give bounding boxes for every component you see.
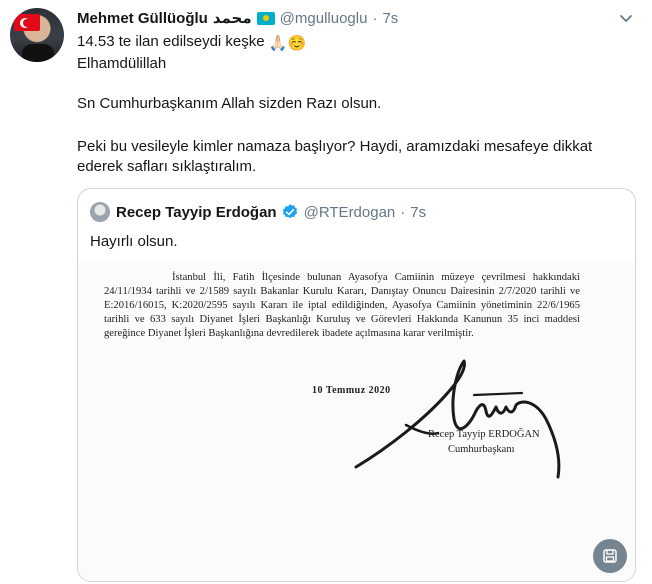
flag-emoji-icon (256, 11, 275, 25)
quoted-tweet-text: Hayırlı olsun. (90, 233, 178, 250)
save-image-button[interactable] (593, 539, 627, 573)
tweet-line: 14.53 te ilan edilseydi keşke 🙏🏻☺️ (77, 32, 637, 54)
quoted-tweet-header: Recep Tayyip Erdoğan @RTErdogan · 7s (90, 201, 426, 223)
avatar-figure (22, 44, 54, 62)
praying-hands-smile-emoji-icon: 🙏🏻☺️ (268, 35, 307, 52)
tweet-header: Mehmet Güllüoğlu محمد @mgulluoglu · 7s (77, 8, 398, 28)
verified-badge-icon (282, 204, 297, 219)
quoted-tweet[interactable]: Recep Tayyip Erdoğan @RTErdogan · 7s Hay… (77, 188, 636, 582)
turkish-flag-icon (14, 14, 40, 31)
tweet-timestamp[interactable]: 7s (382, 10, 398, 27)
signature-icon (354, 359, 561, 479)
separator-dot: · (372, 9, 378, 27)
attached-document-image[interactable]: İstanbul İli, Fatih İlçesinde bulunan Ay… (78, 261, 635, 581)
tweet-body: 14.53 te ilan edilseydi keşke 🙏🏻☺️ Elham… (77, 32, 637, 177)
quoted-author-name[interactable]: Recep Tayyip Erdoğan (116, 204, 277, 221)
tweet-paragraph: Peki bu vesileyle kimler namaza başlıyor… (77, 138, 593, 175)
author-handle[interactable]: @mgulluoglu (280, 10, 368, 27)
author-name-arabic: محمد (212, 10, 252, 27)
quoted-author-handle[interactable]: @RTErdogan (304, 204, 396, 221)
tweet-line-text: 14.53 te ilan edilseydi keşke (77, 33, 265, 50)
chevron-down-icon[interactable] (618, 10, 634, 26)
author-avatar[interactable] (10, 8, 64, 62)
separator-dot: · (400, 203, 406, 221)
document-signer-name: Recep Tayyip ERDOĞAN (428, 429, 540, 440)
author-name[interactable]: Mehmet Güllüoğlu (77, 10, 208, 27)
document-body: İstanbul İli, Fatih İlçesinde bulunan Ay… (104, 272, 580, 339)
tweet-line: Elhamdülillah (77, 55, 167, 72)
quoted-tweet-timestamp[interactable]: 7s (410, 204, 426, 221)
save-image-icon (603, 549, 617, 563)
quoted-author-avatar[interactable] (90, 202, 110, 222)
document-signer-title: Cumhurbaşkanı (448, 444, 515, 455)
tweet-paragraph: Sn Cumhurbaşkanım Allah sizden Razı olsu… (77, 95, 382, 112)
